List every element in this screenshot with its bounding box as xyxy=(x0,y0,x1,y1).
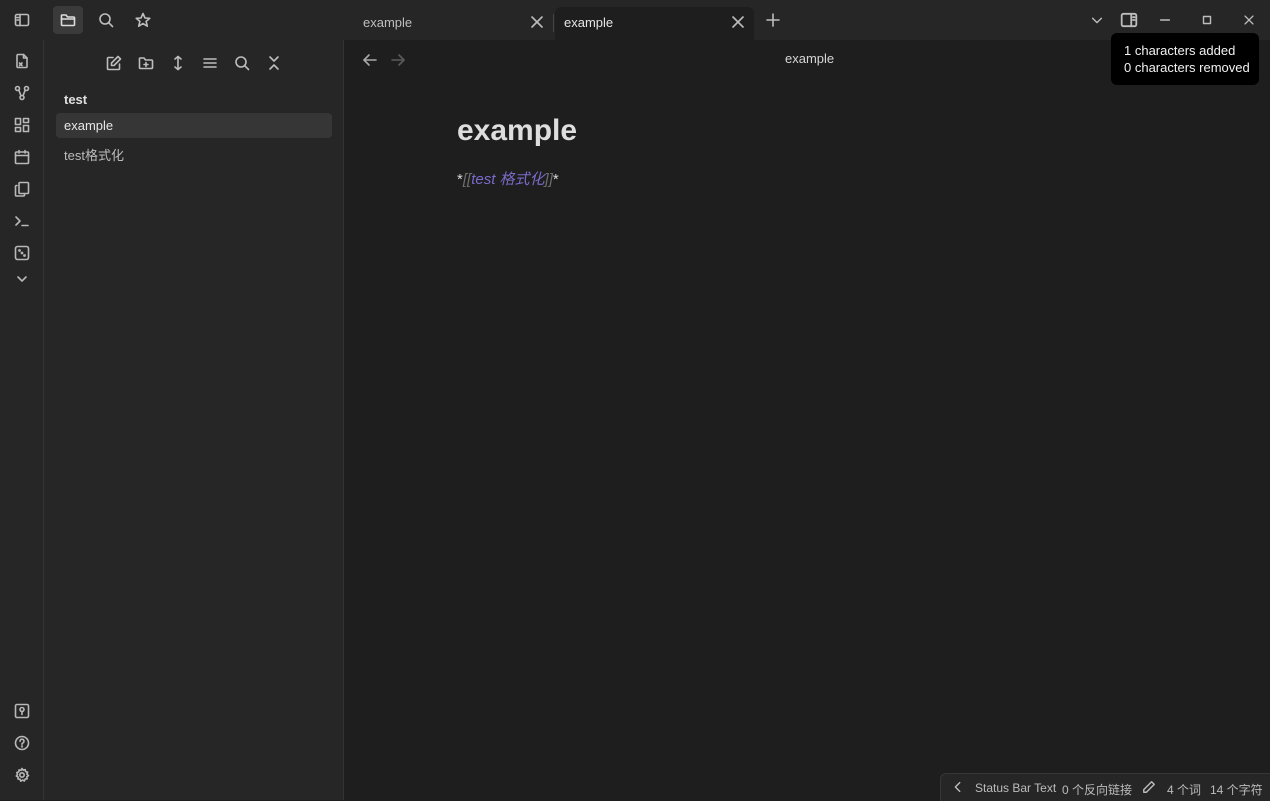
close-icon[interactable] xyxy=(529,14,545,30)
star-icon[interactable] xyxy=(128,6,158,34)
file-item-test-format[interactable]: test格式化 xyxy=(56,140,332,165)
word-count: 4 个词 xyxy=(1167,783,1202,797)
view-header-title[interactable]: example xyxy=(785,51,834,66)
search-icon[interactable] xyxy=(231,52,253,74)
tab-divider xyxy=(553,14,554,32)
new-note-icon[interactable] xyxy=(103,52,125,74)
pencil-icon[interactable] xyxy=(1142,780,1156,794)
tooltip-added: 1 characters added xyxy=(1124,43,1236,58)
switcher-icon[interactable] xyxy=(11,50,33,72)
canvas-icon[interactable] xyxy=(11,114,33,136)
file-item-label: example xyxy=(64,118,114,133)
note-heading[interactable]: example xyxy=(457,114,577,148)
minimize-icon[interactable] xyxy=(1152,8,1178,32)
collapse-icon[interactable] xyxy=(263,52,285,74)
sidebar-toggle-icon[interactable] xyxy=(7,6,37,34)
new-folder-icon[interactable] xyxy=(135,52,157,74)
close-icon[interactable] xyxy=(1236,8,1262,32)
search-icon[interactable] xyxy=(91,6,121,34)
backlinks-count[interactable]: 0 个反向链接 xyxy=(1062,781,1132,798)
link-close-brackets: ]] xyxy=(544,171,553,188)
title-bar: example example xyxy=(0,0,1270,40)
list-icon[interactable] xyxy=(199,52,221,74)
status-bar-custom-text[interactable]: Status Bar Text xyxy=(975,781,1056,795)
internal-link[interactable]: test 格式化 xyxy=(471,171,544,188)
chevron-down-icon[interactable] xyxy=(1084,8,1110,32)
vault-icon[interactable] xyxy=(11,700,33,722)
chevron-left-icon[interactable] xyxy=(951,780,965,794)
chevron-down-icon[interactable] xyxy=(11,268,33,290)
character-count: 14 个字符 xyxy=(1210,783,1263,797)
tab-label: example xyxy=(363,15,413,30)
tab-example-inactive[interactable]: example xyxy=(354,7,553,40)
tab-example-active[interactable]: example xyxy=(555,7,754,40)
settings-icon[interactable] xyxy=(11,764,33,786)
maximize-icon[interactable] xyxy=(1194,8,1220,32)
folder-title[interactable]: test xyxy=(64,92,87,107)
folder-icon[interactable] xyxy=(53,6,83,34)
help-icon[interactable] xyxy=(11,732,33,754)
status-bar: Status Bar Text 0 个反向链接 4 个词 14 个字符 xyxy=(940,773,1270,801)
left-ribbon xyxy=(0,40,44,800)
graph-icon[interactable] xyxy=(11,82,33,104)
terminal-icon[interactable] xyxy=(11,210,33,232)
forward-arrow-icon[interactable] xyxy=(388,50,408,70)
sort-icon[interactable] xyxy=(167,52,189,74)
editor-pane: example example *[[test 格式化]]* xyxy=(344,40,1270,800)
note-body-line[interactable]: *[[test 格式化]]* xyxy=(457,168,559,189)
tooltip-removed: 0 characters removed xyxy=(1124,60,1250,75)
split-view-icon[interactable] xyxy=(1116,8,1142,32)
file-explorer: test example test格式化 xyxy=(44,40,344,800)
link-open-brackets: [[ xyxy=(462,171,472,188)
tab-label: example xyxy=(564,15,614,30)
file-item-example[interactable]: example xyxy=(56,113,332,138)
back-arrow-icon[interactable] xyxy=(360,50,380,70)
plus-icon[interactable] xyxy=(758,6,788,34)
file-item-label: test格式化 xyxy=(64,148,124,163)
calendar-icon[interactable] xyxy=(11,146,33,168)
change-tooltip: 1 characters added 0 characters removed xyxy=(1111,33,1259,85)
italic-marker: * xyxy=(552,171,559,188)
close-icon[interactable] xyxy=(730,14,746,30)
dice-icon[interactable] xyxy=(11,242,33,264)
copy-icon[interactable] xyxy=(11,178,33,200)
